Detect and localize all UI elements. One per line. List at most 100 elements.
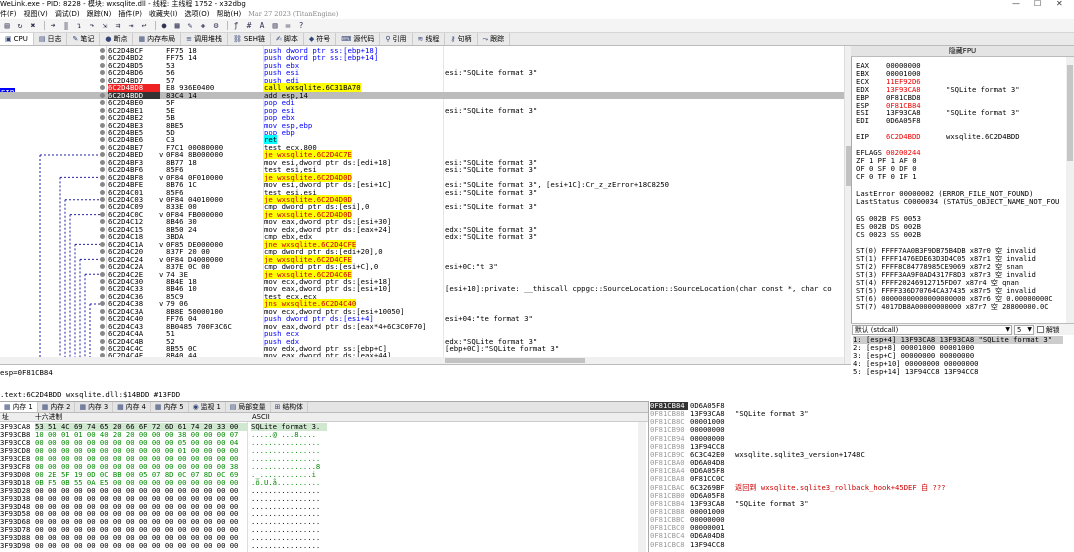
breakpoint-dot[interactable] [100, 226, 105, 232]
dump-tab-7[interactable]: ▤ 局部变量 [226, 402, 271, 412]
tab-5[interactable]: ▦ 内存布局 [133, 33, 182, 45]
run-icon[interactable]: ➜ [48, 21, 58, 31]
trace-over-icon[interactable]: ⇉ [113, 21, 123, 31]
pause-icon[interactable]: ‖ [61, 21, 71, 31]
menu-item[interactable]: 帮助(H) [217, 10, 242, 18]
breakpoint-dot[interactable] [100, 301, 105, 307]
run-to-user-icon[interactable]: ⇥ [126, 21, 136, 31]
dump-tab-2[interactable]: ▦ 内存 2 [38, 402, 76, 412]
menu-item[interactable]: 调试(D) [55, 10, 80, 18]
breakpoint-dot[interactable] [100, 346, 105, 351]
tab-4[interactable]: ● 断点 [100, 33, 134, 45]
last-error-row[interactable]: LastStatus C0000034 (STATUS_OBJECT_NAME_… [856, 197, 1059, 206]
dump-tab-5[interactable]: ▦ 内存 5 [151, 402, 189, 412]
calc-icon[interactable]: ▥ [270, 21, 280, 31]
tab-14[interactable]: ⤳ 跟踪 [478, 33, 511, 45]
fpu-st-row[interactable]: ST(4) FFFF20246912715FD07 x87r4 空 qnan [856, 279, 1019, 287]
jump-toggle[interactable]: v [159, 270, 163, 278]
breakpoint-dot[interactable] [100, 137, 105, 143]
breakpoint-dot[interactable] [100, 331, 105, 337]
registers-panel[interactable]: EAX 00000000 EBX 00001000 ECX 11EF92D6 EDX 13F9… [851, 57, 1074, 323]
breakpoint-dot[interactable] [100, 323, 105, 329]
breakpoint-dot[interactable] [100, 234, 105, 240]
dump-tab-3[interactable]: ▦ 内存 3 [75, 402, 114, 412]
jump-toggle[interactable]: v [159, 151, 163, 159]
hash-icon[interactable]: # [244, 21, 254, 31]
flags-row[interactable]: CF 0 TF 0 IF 1 [856, 173, 917, 181]
fpu-st-row[interactable]: ST(2) FFFF8C84778985CE9069 x87r2 空 snan [856, 263, 1023, 271]
breakpoint-dot[interactable] [100, 55, 105, 61]
jump-toggle[interactable]: v [159, 240, 163, 248]
fpu-st-row[interactable]: ST(7) 4017DB8A00000000000 x87r7 空 288000… [856, 303, 1048, 311]
fx-icon[interactable]: ƒ [231, 21, 241, 31]
breakpoint-dot[interactable] [100, 256, 105, 262]
patch-icon[interactable]: ✚ [198, 21, 208, 31]
dump-vscroll[interactable] [638, 422, 646, 552]
jump-toggle[interactable]: v [159, 300, 163, 308]
breakpoint-dot[interactable] [100, 316, 105, 322]
dump-row[interactable]: 3F93D98 00 00 00 00 00 00 00 00 00 00 00 … [0, 542, 638, 550]
tab-6[interactable]: ≡ 调用堆栈 [181, 33, 228, 45]
breakpoint-dot[interactable] [100, 278, 105, 284]
call-arg-row[interactable]: 5: [esp+14] 13F94CC8 13F94CC8 [853, 368, 979, 376]
breakpoint-dot[interactable] [100, 293, 105, 299]
breakpoint-icon[interactable]: ● [159, 21, 169, 31]
scroll-thumb[interactable] [1067, 65, 1073, 161]
breakpoint-dot[interactable] [100, 159, 105, 165]
folder-open-icon[interactable]: ▤ [2, 21, 12, 31]
register-row-eip[interactable]: EIP 6C2D4BDD wxsqlite.6C2D4BDD [856, 133, 1020, 141]
menu-item[interactable]: 件(F) [0, 10, 17, 18]
tab-8[interactable]: ✍ 脚本 [271, 33, 304, 45]
step-into-icon[interactable]: ↴ [74, 21, 84, 31]
disasm-vscroll[interactable] [844, 46, 851, 364]
trace-into-icon[interactable]: ⇲ [100, 21, 110, 31]
close-icon[interactable]: ✕ [1056, 0, 1063, 8]
breakpoint-dot[interactable] [100, 174, 105, 180]
tab-7[interactable]: ⛓ SEH链 [228, 33, 271, 45]
breakpoint-dot[interactable] [100, 189, 105, 195]
arg-count-spinner[interactable]: 5 ▼ [1014, 325, 1034, 335]
unlock-checkbox[interactable]: 解锁 [1037, 325, 1060, 335]
breakpoint-dot[interactable] [100, 182, 105, 188]
breakpoint-dot[interactable] [100, 264, 105, 270]
tab-12[interactable]: ≋ 线程 [413, 33, 446, 45]
dump-tab-8[interactable]: ⊞ 结构体 [271, 402, 308, 412]
breakpoint-dot[interactable] [100, 48, 105, 53]
breakpoint-dot[interactable] [100, 100, 105, 106]
tab-10[interactable]: ⌨ 源代码 [336, 33, 381, 45]
tab-1[interactable]: ▣ CPU [0, 33, 34, 45]
tab-9[interactable]: ◆ 符号 [304, 33, 337, 45]
menu-item[interactable]: 视图(V) [24, 10, 48, 18]
jump-toggle[interactable]: v [159, 255, 163, 263]
breakpoint-dot[interactable] [100, 338, 105, 344]
notes-icon[interactable]: ✉ [283, 21, 293, 31]
minimize-icon[interactable]: — [1012, 0, 1020, 8]
breakpoint-dot[interactable] [100, 308, 105, 314]
breakpoint-dot[interactable] [100, 211, 105, 217]
tab-13[interactable]: ⚷ 句柄 [445, 33, 478, 45]
breakpoint-dot[interactable] [100, 286, 105, 292]
breakpoint-dot[interactable] [100, 85, 105, 91]
dump-tab-1[interactable]: ▦ 内存 1 [0, 402, 38, 412]
breakpoint-dot[interactable] [100, 107, 105, 113]
disassembly-view[interactable]: EIP 6C2D4BCFFF75 18push dword ptr ss:[eb… [0, 46, 851, 364]
breakpoint-dot[interactable] [100, 144, 105, 150]
execute-till-return-icon[interactable]: ↩ [139, 21, 149, 31]
register-row[interactable]: EDI 0D6A05F8 [856, 117, 921, 125]
menu-item[interactable]: 跟踪(N) [87, 10, 112, 18]
jump-toggle[interactable]: v [159, 196, 163, 204]
breakpoint-dot[interactable] [100, 115, 105, 121]
breakpoint-dot[interactable] [100, 167, 105, 173]
breakpoint-dot[interactable] [100, 129, 105, 135]
fpu-st-row[interactable]: ST(6) 00000000000000000000 x87r6 空 0.000… [856, 295, 1053, 303]
stack-view[interactable]: 0F81CB84 0D6A05F8 0F81CB88 13F93CA8 "SQLite … [648, 401, 1074, 552]
breakpoint-dot[interactable] [100, 77, 105, 83]
tab-3[interactable]: ✎ 笔记 [67, 33, 101, 45]
calling-convention-select[interactable]: 默认 (stdcall) ▼ [852, 325, 1012, 335]
step-over-icon[interactable]: ↷ [87, 21, 97, 31]
dump-tab-6[interactable]: ◉ 监视 1 [189, 402, 226, 412]
maximize-icon[interactable]: ☐ [1034, 0, 1041, 8]
menu-item[interactable]: 插件(P) [118, 10, 142, 18]
close-debug-icon[interactable]: ✖ [28, 21, 38, 31]
breakpoint-dot[interactable] [100, 219, 105, 225]
